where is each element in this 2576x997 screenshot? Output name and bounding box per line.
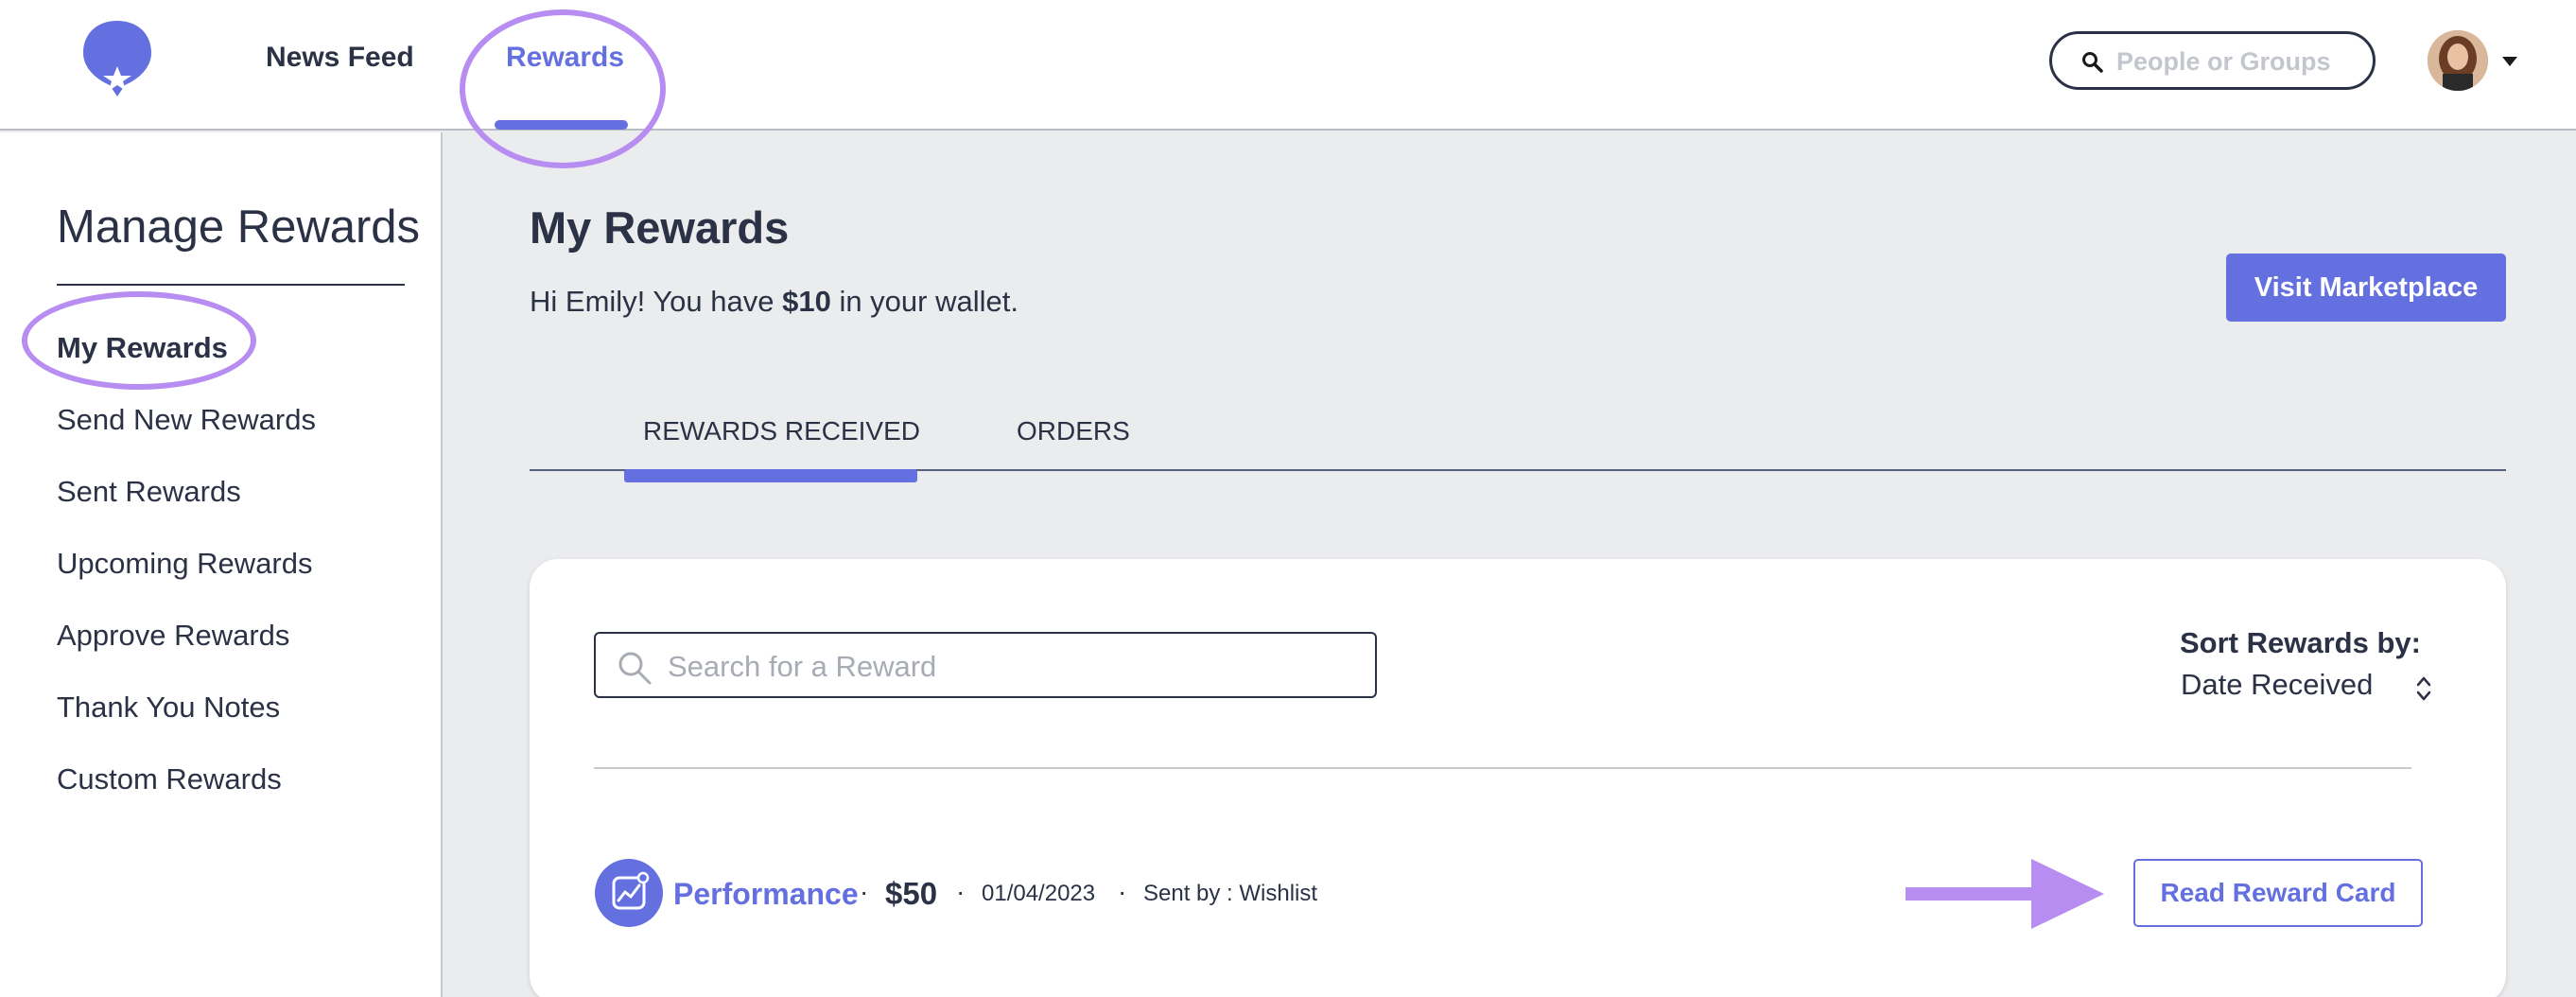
card-divider <box>594 767 2411 769</box>
arrow-right-icon <box>1906 859 2104 929</box>
reward-date: 01/04/2023 <box>982 881 1096 906</box>
tab-active-indicator <box>624 469 917 482</box>
wallet-prefix: Hi Emily! You have <box>530 285 783 318</box>
sidebar-item-approve-rewards[interactable]: Approve Rewards <box>57 619 289 653</box>
reward-amount: $50 <box>885 876 938 911</box>
rewards-highlight-circle <box>460 9 666 168</box>
user-avatar[interactable] <box>2428 30 2488 91</box>
reward-search-placeholder: Search for a Reward <box>668 650 937 683</box>
sidebar-item-upcoming-rewards[interactable]: Upcoming Rewards <box>57 547 313 581</box>
account-menu-caret-icon[interactable] <box>2502 57 2517 66</box>
sidebar-divider <box>57 284 405 286</box>
my-rewards-highlight-circle <box>22 291 256 390</box>
sidebar-title: Manage Rewards <box>57 201 421 253</box>
reward-category[interactable]: Performance <box>673 877 859 912</box>
rewards-card-panel <box>530 559 2506 997</box>
chart-icon <box>595 859 663 927</box>
visit-marketplace-button[interactable]: Visit Marketplace <box>2226 254 2506 322</box>
tab-rewards-received[interactable]: REWARDS RECEIVED <box>643 416 920 446</box>
wallet-amount: $10 <box>782 285 831 318</box>
sidebar: Manage Rewards My Rewards Send New Rewar… <box>0 132 443 997</box>
avatar-image <box>2428 30 2488 91</box>
separator-dot: · <box>1118 877 1127 906</box>
sidebar-item-custom-rewards[interactable]: Custom Rewards <box>57 762 282 796</box>
wallet-balance-text: Hi Emily! You have $10 in your wallet. <box>530 285 1018 319</box>
separator-dot: · <box>860 877 869 906</box>
top-navigation-bar: News Feed Rewards People or Groups <box>0 0 2576 168</box>
sort-select-value[interactable]: Date Received <box>2181 668 2373 702</box>
search-icon <box>2082 52 2103 73</box>
sort-label: Sort Rewards by: <box>2180 626 2421 659</box>
reward-search-input[interactable]: Search for a Reward <box>594 632 1377 698</box>
people-search-input[interactable]: People or Groups <box>2049 31 2376 90</box>
reward-sender: Sent by : Wishlist <box>1143 881 1318 906</box>
separator-dot: · <box>956 877 966 906</box>
read-reward-card-button[interactable]: Read Reward Card <box>2133 859 2423 927</box>
search-icon <box>618 652 652 685</box>
sort-chevron-icon[interactable] <box>2414 673 2433 704</box>
logo-icon[interactable] <box>79 19 155 98</box>
page-title: My Rewards <box>530 202 790 253</box>
wallet-suffix: in your wallet. <box>830 285 1018 318</box>
sidebar-item-send-new-rewards[interactable]: Send New Rewards <box>57 403 316 437</box>
sidebar-item-sent-rewards[interactable]: Sent Rewards <box>57 475 241 509</box>
people-search-placeholder: People or Groups <box>2116 47 2331 76</box>
tab-orders[interactable]: ORDERS <box>1017 416 1130 446</box>
nav-news-feed[interactable]: News Feed <box>266 42 414 74</box>
sidebar-item-thank-you-notes[interactable]: Thank You Notes <box>57 691 280 725</box>
